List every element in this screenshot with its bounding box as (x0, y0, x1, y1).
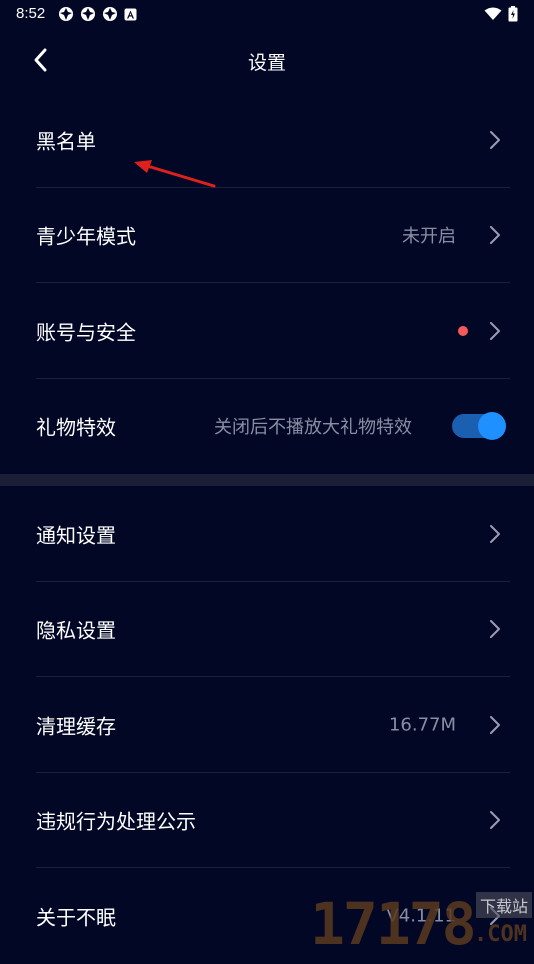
teen-mode-status: 未开启 (402, 226, 456, 248)
gift-effects-toggle[interactable] (452, 412, 506, 441)
chevron-right-icon (490, 715, 500, 734)
row-label: 通知设置 (36, 523, 116, 548)
notification-app-icon (81, 7, 95, 21)
chevron-right-icon (490, 524, 500, 543)
status-system-icons (484, 6, 518, 22)
header: 设置 (0, 28, 534, 92)
row-label: 黑名单 (36, 129, 96, 154)
status-time: 8:52 (16, 5, 46, 22)
row-label: 礼物特效 (36, 415, 116, 440)
settings-row-violation-notice[interactable]: 违规行为处理公示 (0, 773, 534, 868)
status-bar: 8:52 (0, 0, 534, 28)
settings-row-blacklist[interactable]: 黑名单 (0, 92, 534, 188)
row-label: 违规行为处理公示 (36, 809, 196, 834)
notification-app-icon (103, 7, 117, 21)
wifi-icon (484, 7, 502, 20)
watermark-number: 17178 (310, 890, 477, 958)
row-label: 青少年模式 (36, 224, 136, 249)
chevron-right-icon (490, 321, 500, 340)
section-separator (0, 474, 534, 486)
settings-row-account-security[interactable]: 账号与安全 (0, 283, 534, 379)
row-label: 关于不眠 (36, 905, 116, 930)
row-label: 清理缓存 (36, 714, 116, 739)
chevron-right-icon (490, 130, 500, 149)
gift-effects-hint: 关闭后不播放大礼物特效 (214, 417, 412, 439)
watermark-domain: .COM (474, 922, 527, 947)
settings-row-notifications[interactable]: 通知设置 (0, 486, 534, 582)
chevron-right-icon (490, 620, 500, 639)
row-label: 账号与安全 (36, 320, 136, 345)
settings-row-gift-effects: 礼物特效 关闭后不播放大礼物特效 (0, 379, 534, 475)
site-watermark: 17178 下载站 .COM (310, 890, 534, 958)
notification-app-icon (59, 7, 73, 21)
cache-size: 16.77M (388, 714, 456, 736)
settings-row-privacy[interactable]: 隐私设置 (0, 582, 534, 677)
notification-dot (458, 325, 468, 336)
settings-section-account: 黑名单 青少年模式 未开启 账号与安全 礼物特效 关闭后不播放大礼物特效 (0, 92, 534, 474)
page-title: 设置 (247, 52, 286, 74)
annotation-arrow-icon (134, 160, 216, 188)
status-notification-icons (58, 6, 137, 22)
watermark-tag: 下载站 (476, 892, 533, 918)
toggle-knob (478, 412, 506, 441)
notification-a-icon (124, 8, 137, 20)
row-label: 隐私设置 (36, 618, 116, 643)
battery-icon (508, 6, 518, 22)
settings-row-teen-mode[interactable]: 青少年模式 未开启 (0, 188, 534, 283)
chevron-right-icon (490, 811, 500, 830)
settings-row-clear-cache[interactable]: 清理缓存 16.77M (0, 677, 534, 773)
chevron-right-icon (490, 226, 500, 245)
